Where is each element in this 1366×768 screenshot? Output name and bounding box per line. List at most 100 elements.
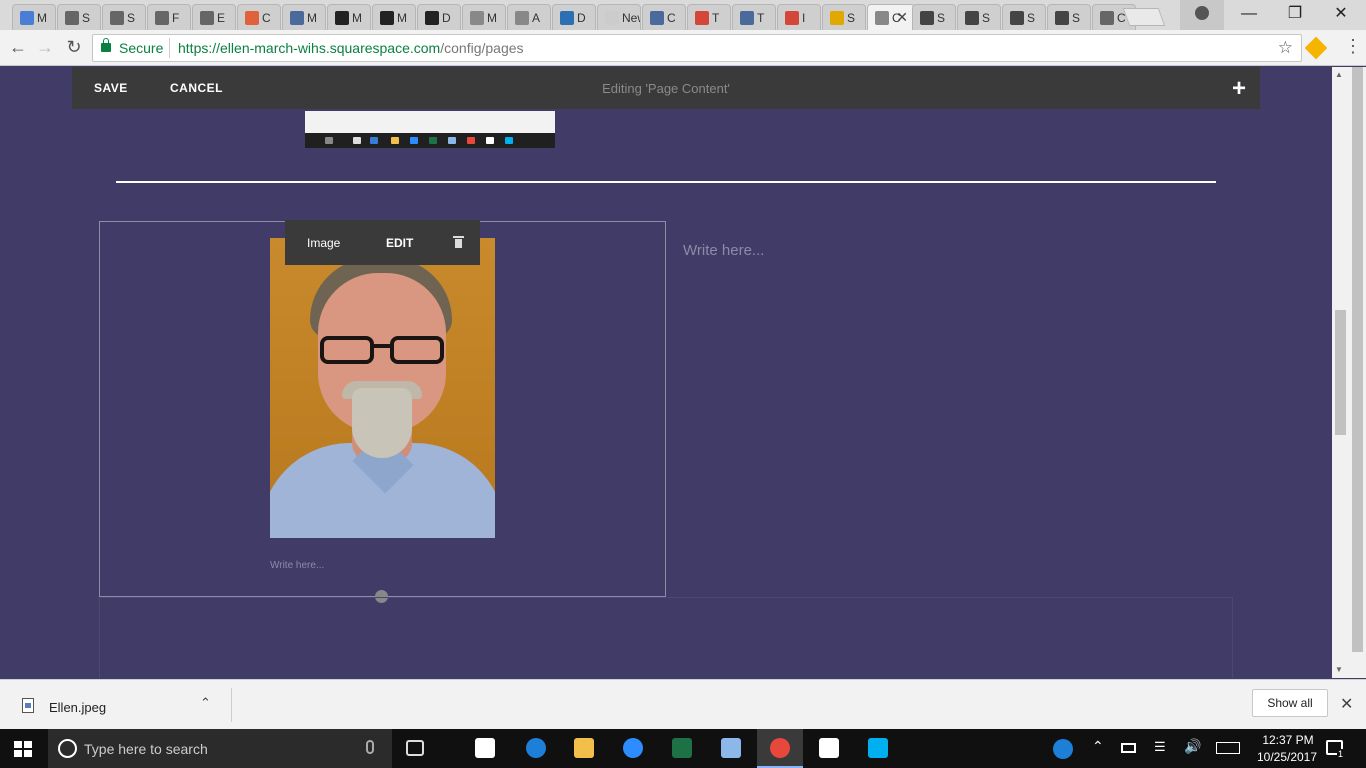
profile-button[interactable] — [1180, 0, 1224, 30]
browser-tab[interactable]: M — [327, 4, 371, 30]
browser-tab[interactable]: T — [687, 4, 731, 30]
browser-tab[interactable]: S — [1002, 4, 1046, 30]
screenshot-image[interactable] — [305, 111, 555, 148]
editing-bar: SAVE CANCEL Editing 'Page Content' + — [72, 67, 1260, 109]
taskbar-app-chrome[interactable] — [757, 729, 803, 768]
line-divider — [116, 181, 1216, 183]
close-tab-icon[interactable]: ✕ — [896, 9, 908, 26]
browser-tab[interactable]: D — [417, 4, 461, 30]
browser-tab[interactable]: S — [912, 4, 956, 30]
reload-button[interactable]: ↻ — [62, 36, 86, 60]
taskbar-app-store[interactable] — [462, 729, 508, 768]
clock-date[interactable]: 10/25/2017 — [1252, 750, 1322, 764]
browser-tab[interactable]: C ✕ — [867, 4, 915, 30]
edit-image-button[interactable]: EDIT — [386, 236, 413, 250]
windows-start-icon[interactable] — [14, 741, 32, 757]
keyboard-icon[interactable] — [1216, 742, 1240, 754]
minimize-button[interactable]: — — [1226, 0, 1272, 30]
extension-icon[interactable] — [1304, 36, 1328, 60]
browser-tab[interactable]: E — [192, 4, 236, 30]
zoom-icon — [623, 738, 643, 758]
browser-tab[interactable]: M — [12, 4, 56, 30]
image-caption-placeholder[interactable]: Write here... — [270, 560, 324, 571]
taskbar-search-box[interactable]: Type here to search — [48, 729, 392, 768]
browser-tab[interactable]: I — [777, 4, 821, 30]
window-scroll-thumb[interactable] — [1352, 67, 1363, 652]
block-type-label: Image — [307, 236, 341, 250]
download-shelf: Ellen.jpeg ⌃ Show all ✕ — [0, 679, 1366, 729]
page-scrollbar[interactable]: ▲ ▼ — [1332, 67, 1349, 678]
taskbar-app-zoom[interactable] — [610, 729, 656, 768]
taskbar-app-skype[interactable] — [855, 729, 901, 768]
tab-label: M — [487, 11, 497, 25]
chevron-up-icon[interactable]: ⌃ — [1092, 738, 1108, 754]
browser-tab[interactable]: New — [597, 4, 641, 30]
browser-tab[interactable]: S — [822, 4, 866, 30]
battery-icon[interactable] — [1121, 743, 1136, 753]
favicon-icon — [875, 11, 889, 25]
portrait-photo[interactable] — [270, 238, 495, 538]
taskbar-app-file-explorer[interactable] — [561, 729, 607, 768]
menu-icon[interactable]: ⋮ — [1344, 36, 1362, 57]
download-filename[interactable]: Ellen.jpeg — [49, 700, 106, 715]
browser-tab[interactable]: C — [642, 4, 686, 30]
excel-icon — [672, 738, 692, 758]
scroll-up-icon[interactable]: ▲ — [1335, 70, 1343, 79]
show-all-button[interactable]: Show all — [1252, 689, 1328, 717]
browser-tab[interactable]: S — [102, 4, 146, 30]
url-text[interactable]: https://ellen-march-wihs.squarespace.com… — [178, 40, 524, 56]
wifi-icon[interactable]: ☰ — [1154, 739, 1170, 754]
photo-glasses — [320, 336, 444, 364]
microphone-icon[interactable] — [366, 740, 374, 754]
chevron-up-icon[interactable]: ⌃ — [200, 695, 211, 711]
browser-tab[interactable]: A — [507, 4, 551, 30]
taskbar-app-excel[interactable] — [659, 729, 705, 768]
taskbar-app-photos[interactable] — [806, 729, 852, 768]
back-button[interactable]: ← — [6, 36, 30, 60]
editing-title: Editing 'Page Content' — [602, 81, 730, 96]
add-block-button[interactable]: + — [1232, 75, 1246, 103]
tab-label: S — [1027, 11, 1036, 25]
browser-tab[interactable]: D — [552, 4, 596, 30]
browser-tab[interactable]: C — [237, 4, 281, 30]
image-block-toolbar: Image EDIT — [285, 220, 480, 265]
favicon-icon — [650, 11, 664, 25]
browser-tab[interactable]: M — [282, 4, 326, 30]
tab-label: D — [577, 11, 586, 25]
address-bar[interactable]: Secure https://ellen-march-wihs.squaresp… — [92, 34, 1302, 62]
favicon-icon — [1010, 11, 1024, 25]
bookmark-star-icon[interactable]: ☆ — [1278, 38, 1293, 58]
close-window-button[interactable]: ✕ — [1318, 0, 1364, 30]
screenshot-taskbar — [305, 133, 555, 148]
browser-tab[interactable]: S — [957, 4, 1001, 30]
restore-button[interactable]: ❐ — [1272, 0, 1318, 30]
volume-icon[interactable]: 🔊 — [1184, 738, 1201, 754]
forward-button[interactable]: → — [33, 36, 57, 60]
browser-tab[interactable]: S — [1047, 4, 1091, 30]
taskbar-app-paint[interactable] — [708, 729, 754, 768]
url-separator — [169, 38, 170, 58]
tab-label: S — [847, 11, 856, 25]
scroll-down-icon[interactable]: ▼ — [1335, 665, 1343, 674]
browser-tab[interactable]: M — [372, 4, 416, 30]
favicon-icon — [155, 11, 169, 25]
favicon-icon — [470, 11, 484, 25]
tab-label: S — [982, 11, 991, 25]
help-icon[interactable] — [1053, 739, 1073, 759]
scroll-thumb[interactable] — [1335, 310, 1346, 435]
new-tab-button[interactable] — [1122, 8, 1166, 26]
clock-time[interactable]: 12:37 PM — [1258, 733, 1318, 747]
window-scrollbar[interactable] — [1349, 67, 1366, 678]
browser-tab[interactable]: M — [462, 4, 506, 30]
file-explorer-icon — [574, 738, 594, 758]
cortana-icon — [58, 739, 77, 758]
trash-icon[interactable] — [453, 236, 464, 248]
browser-tab[interactable]: T — [732, 4, 776, 30]
taskbar-app-edge[interactable] — [513, 729, 559, 768]
text-block-placeholder[interactable]: Write here... — [683, 242, 764, 259]
close-icon[interactable]: ✕ — [1340, 694, 1353, 714]
chrome-icon — [770, 738, 790, 758]
browser-tab[interactable]: S — [57, 4, 101, 30]
taskbar-app-task-view[interactable] — [393, 729, 439, 768]
browser-tab[interactable]: F — [147, 4, 191, 30]
